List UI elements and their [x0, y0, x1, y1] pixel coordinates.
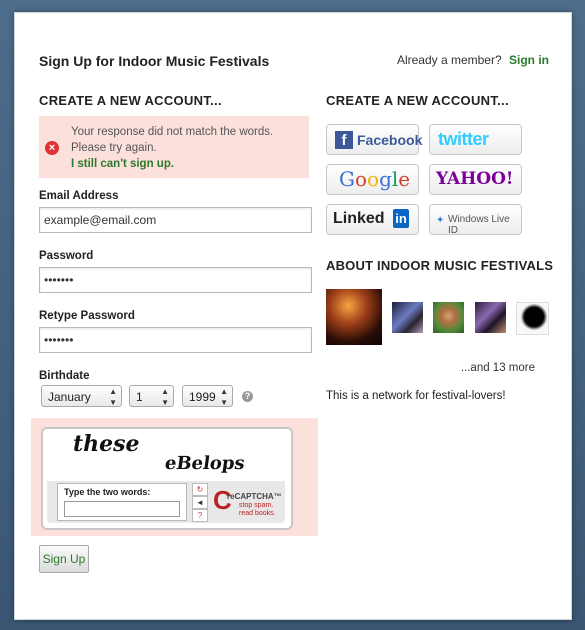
- already-member: Already a member? Sign in: [397, 53, 549, 67]
- help-captcha-icon[interactable]: ?: [192, 509, 208, 522]
- recaptcha-brand: reCAPTCHA™: [227, 492, 282, 501]
- google-button[interactable]: Google: [326, 164, 419, 195]
- birth-day-value: 1: [136, 390, 143, 404]
- recaptcha-logo: C reCAPTCHA™ stop spam. read books.: [213, 483, 283, 519]
- birth-day-select[interactable]: 1 ▲ ▼: [129, 385, 174, 407]
- captcha-prompt: Type the two words:: [64, 487, 151, 497]
- email-label: Email Address: [39, 190, 119, 202]
- error-text: Your response did not match the words. P…: [71, 126, 274, 154]
- cant-sign-up-link[interactable]: I still can't sign up.: [71, 158, 174, 170]
- yahoo-logo: YAHOO!: [436, 169, 514, 189]
- twitter-button[interactable]: twitter: [429, 124, 522, 155]
- password-label: Password: [39, 250, 94, 262]
- member-photo-silhouette[interactable]: [516, 302, 549, 335]
- birthdate-label: Birthdate: [39, 370, 90, 382]
- windows-live-label: Windows Live ID: [448, 214, 510, 236]
- linkedin-icon: in: [393, 209, 409, 228]
- captcha-response-box: Type the two words:: [57, 483, 187, 521]
- select-arrows-icon: ▲ ▼: [109, 387, 117, 407]
- retype-password-field[interactable]: •••••••: [39, 327, 312, 353]
- error-message-box: × Your response did not match the words.…: [39, 116, 309, 178]
- google-logo: Google: [339, 167, 411, 191]
- signup-card: Sign Up for Indoor Music Festivals Alrea…: [14, 12, 572, 620]
- email-field[interactable]: example@email.com: [39, 207, 312, 233]
- birth-year-select[interactable]: 1999 ▲ ▼: [182, 385, 233, 407]
- sign-in-link[interactable]: Sign in: [509, 53, 549, 67]
- birth-year-value: 1999: [189, 390, 216, 404]
- sign-up-button[interactable]: Sign Up: [39, 545, 89, 573]
- facebook-button[interactable]: f Facebook: [326, 124, 423, 155]
- twitter-logo: twitter: [438, 129, 489, 149]
- page-title: Sign Up for Indoor Music Festivals: [39, 53, 270, 69]
- member-photo-performer[interactable]: [475, 302, 506, 333]
- windows-flag-icon: ✦: [436, 215, 445, 226]
- member-prompt: Already a member?: [396, 53, 502, 67]
- more-members-link[interactable]: ...and 13 more: [461, 362, 535, 374]
- recaptcha-tagline: stop spam. read books.: [239, 502, 276, 517]
- facebook-icon: f: [335, 131, 353, 149]
- about-heading: ABOUT INDOOR MUSIC FESTIVALS: [326, 258, 554, 273]
- select-arrows-icon: ▲ ▼: [220, 387, 228, 407]
- refresh-icon[interactable]: ↻: [192, 483, 208, 496]
- social-signup-heading: CREATE A NEW ACCOUNT...: [326, 93, 509, 108]
- captcha-word-2: eBelops: [163, 453, 247, 474]
- network-description: This is a network for festival-lovers!: [326, 390, 506, 402]
- windows-live-button[interactable]: ✦ Windows Live ID: [429, 204, 522, 236]
- member-photo-crowd[interactable]: [326, 289, 382, 345]
- facebook-label: Facebook: [357, 132, 423, 148]
- audio-icon[interactable]: ◄: [192, 496, 208, 509]
- help-icon[interactable]: ?: [242, 391, 253, 402]
- linkedin-button[interactable]: Linked in: [326, 204, 419, 235]
- select-arrows-icon: ▲ ▼: [161, 387, 169, 407]
- password-field[interactable]: •••••••: [39, 267, 312, 293]
- captcha-word-1: these: [73, 431, 140, 457]
- birth-month-select[interactable]: January ▲ ▼: [41, 385, 122, 407]
- error-icon: ×: [45, 141, 59, 155]
- create-account-heading: CREATE A NEW ACCOUNT...: [39, 93, 222, 108]
- captcha-controls: Type the two words: ↻ ◄ ? C reCAPTCHA™ s…: [47, 481, 285, 523]
- yahoo-button[interactable]: YAHOO!: [429, 164, 522, 195]
- linkedin-label: Linked: [333, 210, 385, 227]
- captcha-response-input[interactable]: [64, 501, 180, 517]
- birth-month-value: January: [48, 390, 91, 404]
- retype-password-label: Retype Password: [39, 310, 135, 322]
- member-photo-face[interactable]: [433, 302, 464, 333]
- recaptcha-widget: these eBelops Type the two words: ↻ ◄ ? …: [41, 427, 293, 530]
- member-photo-guitarist[interactable]: [392, 302, 423, 333]
